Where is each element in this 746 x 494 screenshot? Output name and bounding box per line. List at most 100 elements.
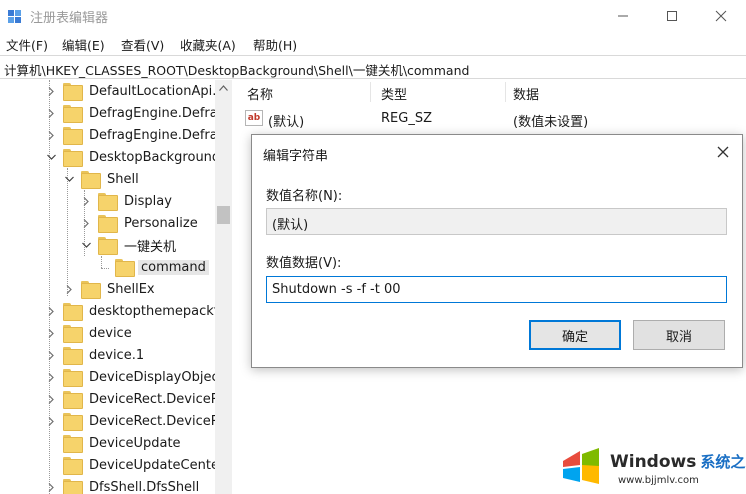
folder-icon <box>63 83 83 101</box>
value-data-label: 数值数据(V): <box>266 256 342 271</box>
chevron-right-icon[interactable] <box>45 107 57 119</box>
watermark-brand-name: Windows <box>610 452 697 472</box>
value-data-field[interactable]: Shutdown -s -f -t 00 <box>266 276 727 303</box>
tree-item[interactable]: DefragEngine.Defrag <box>45 124 229 146</box>
minimize-icon <box>618 15 628 17</box>
chevron-right-icon[interactable] <box>45 85 57 97</box>
folder-icon <box>63 347 83 365</box>
tree-item-label: DefragEngine.Defrag <box>89 127 226 143</box>
regedit-icon <box>8 10 21 23</box>
chevron-right-icon[interactable] <box>45 371 57 383</box>
value-name-field: (默认) <box>266 208 727 235</box>
scroll-up-button[interactable] <box>215 80 232 96</box>
tree-item[interactable]: DeviceUpdateCenter <box>45 454 227 476</box>
tree-item-label: Personalize <box>124 215 198 231</box>
column-name[interactable]: 名称 <box>247 84 273 103</box>
tree-item[interactable]: DeviceRect.DeviceRec <box>45 410 231 432</box>
menu-view[interactable]: 查看(V) <box>121 35 164 54</box>
menu-help[interactable]: 帮助(H) <box>253 35 297 54</box>
scroll-thumb[interactable] <box>217 206 230 224</box>
chevron-right-icon[interactable] <box>80 195 92 207</box>
tree-item-label: DefragEngine.Defrag <box>89 105 226 121</box>
tree-item-label: DeviceUpdateCenter <box>89 457 225 473</box>
chevron-right-icon[interactable] <box>45 415 57 427</box>
chevron-right-icon[interactable] <box>63 283 75 295</box>
edit-string-dialog: 编辑字符串 数值名称(N): (默认) 数值数据(V): Shutdown -s… <box>251 134 743 368</box>
tree-item-label: DeviceUpdate <box>89 435 181 451</box>
column-data[interactable]: 数据 <box>513 84 539 103</box>
close-icon <box>715 10 727 22</box>
folder-icon <box>63 369 83 387</box>
maximize-button[interactable] <box>649 0 695 32</box>
folder-icon <box>63 303 83 321</box>
tree-item[interactable]: DeviceUpdate <box>45 432 184 454</box>
tree-item[interactable]: 一键关机 <box>80 234 179 256</box>
chevron-right-icon[interactable] <box>80 217 92 229</box>
folder-icon <box>81 281 101 299</box>
folder-icon <box>81 171 101 189</box>
tree-item[interactable]: Display <box>80 190 175 212</box>
menu-file[interactable]: 文件(F) <box>6 35 48 54</box>
tree-item-label: DeviceDisplayObject <box>89 369 224 385</box>
tree-item[interactable]: desktopthemepackfil <box>45 300 229 322</box>
chevron-down-icon[interactable] <box>45 151 57 163</box>
folder-icon <box>63 127 83 145</box>
chevron-up-icon <box>219 85 228 91</box>
folder-icon <box>98 193 118 211</box>
chevron-right-icon[interactable] <box>45 481 57 493</box>
tree-item-label: DesktopBackground <box>89 149 221 165</box>
dialog-title: 编辑字符串 <box>263 149 329 164</box>
maximize-icon <box>667 11 677 21</box>
folder-icon <box>63 149 83 167</box>
chevron-right-icon[interactable] <box>45 129 57 141</box>
folder-icon <box>115 259 135 277</box>
tree-item[interactable]: device <box>45 322 135 344</box>
tree-item[interactable]: DeviceDisplayObject <box>45 366 227 388</box>
key-tree[interactable]: DefaultLocationApi.1 DefragEngine.Defrag D… <box>0 80 232 494</box>
value-type: REG_SZ <box>381 111 432 126</box>
tree-item-label: DefaultLocationApi.1 <box>89 83 225 99</box>
chevron-right-icon[interactable] <box>45 305 57 317</box>
tree-item[interactable]: DesktopBackground <box>45 146 223 168</box>
tree-item[interactable]: DfsShell.DfsShell <box>45 476 202 494</box>
tree-item[interactable]: Shell <box>63 168 142 190</box>
tree-item[interactable]: device.1 <box>45 344 147 366</box>
tree-item[interactable]: DeviceRect.DeviceRec <box>45 388 231 410</box>
tree-item-label: Display <box>124 193 172 209</box>
close-icon <box>717 146 729 158</box>
folder-icon <box>98 237 118 255</box>
value-row[interactable]: ab (默认) REG_SZ (数值未设置) <box>233 108 746 130</box>
tree-item[interactable]: Personalize <box>80 212 201 234</box>
tree-item[interactable]: DefaultLocationApi.1 <box>45 80 228 102</box>
list-header: 名称 类型 数据 <box>233 80 746 104</box>
column-type[interactable]: 类型 <box>381 84 407 103</box>
dialog-close-button[interactable] <box>714 143 732 161</box>
window-title: 注册表编辑器 <box>30 11 109 26</box>
menu-edit[interactable]: 编辑(E) <box>62 35 105 54</box>
address-bar[interactable]: 计算机\HKEY_CLASSES_ROOT\DesktopBackground\… <box>0 55 746 79</box>
chevron-right-icon[interactable] <box>45 393 57 405</box>
tree-item[interactable]: command <box>97 256 209 278</box>
chevron-right-icon[interactable] <box>45 349 57 361</box>
folder-icon <box>63 105 83 123</box>
chevron-down-icon[interactable] <box>63 173 75 185</box>
minimize-button[interactable] <box>600 0 646 32</box>
chevron-down-icon[interactable] <box>80 239 92 251</box>
chevron-right-icon[interactable] <box>45 327 57 339</box>
column-divider[interactable] <box>370 82 371 102</box>
tree-item[interactable]: DefragEngine.Defrag <box>45 102 229 124</box>
menu-favorites[interactable]: 收藏夹(A) <box>180 35 236 54</box>
folder-icon <box>63 391 83 409</box>
tree-scrollbar[interactable] <box>215 80 232 494</box>
cancel-button[interactable]: 取消 <box>633 320 725 350</box>
windows-logo-icon <box>563 448 599 484</box>
tree-item[interactable]: ShellEx <box>63 278 158 300</box>
ok-button[interactable]: 确定 <box>529 320 621 350</box>
tree-item-label: ShellEx <box>107 281 155 297</box>
value-data: (数值未设置) <box>513 115 589 130</box>
close-button[interactable] <box>698 0 744 32</box>
column-divider[interactable] <box>505 82 506 102</box>
folder-icon <box>63 413 83 431</box>
